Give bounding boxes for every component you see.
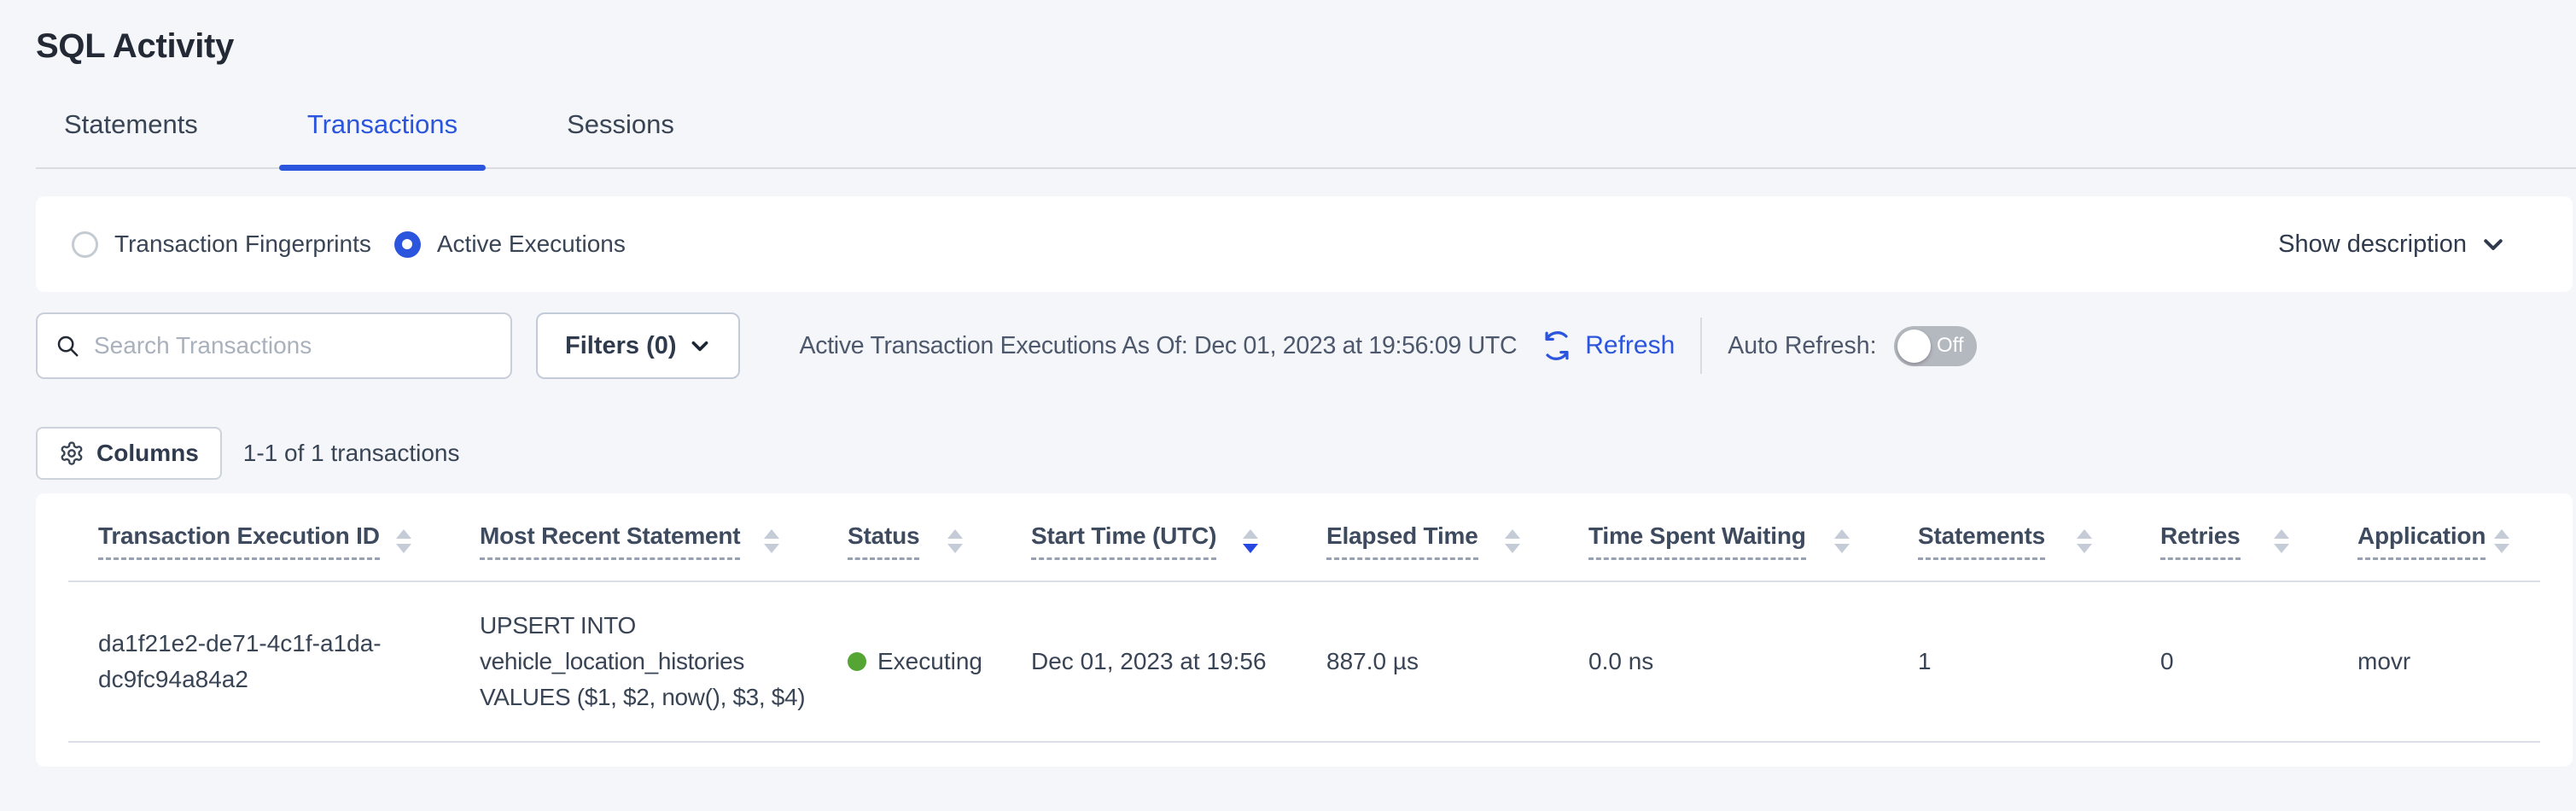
radio-active-executions[interactable]: Active Executions: [394, 230, 626, 258]
cell-transaction-execution-id: da1f21e2-de71-4c1f-a1da-dc9fc94a84a2: [68, 582, 450, 743]
table-row: da1f21e2-de71-4c1f-a1da-dc9fc94a84a2 UPS…: [68, 582, 2540, 743]
sort-icon: [1505, 529, 1520, 553]
toggle-knob-icon: [1897, 330, 1931, 363]
sort-icon: [947, 529, 963, 553]
sort-icon: [2274, 529, 2289, 553]
radio-label: Transaction Fingerprints: [114, 230, 371, 258]
column-header-transaction-execution-id[interactable]: Transaction Execution ID: [68, 493, 450, 582]
cell-status: Executing: [818, 582, 1001, 743]
sort-icon: [764, 529, 779, 553]
radio-selected-icon: [394, 231, 421, 258]
search-input[interactable]: [94, 332, 493, 359]
cell-most-recent-statement: UPSERT INTO vehicle_location_histories V…: [450, 582, 818, 743]
as-of-timestamp: Active Transaction Executions As Of: Dec…: [800, 332, 1518, 360]
toolbar: Filters (0) Active Transaction Execution…: [36, 312, 2576, 379]
result-count: 1-1 of 1 transactions: [243, 440, 460, 467]
tab-statements[interactable]: Statements: [36, 108, 226, 167]
sort-icon: [396, 529, 411, 553]
cell-time-spent-waiting: 0.0 ns: [1559, 582, 1888, 743]
show-description-label: Show description: [2278, 230, 2467, 259]
table-controls: Columns 1-1 of 1 transactions: [36, 427, 2576, 480]
column-header-elapsed-time[interactable]: Elapsed Time: [1297, 493, 1559, 582]
cell-retries: 0: [2130, 582, 2328, 743]
auto-refresh-toggle[interactable]: Off: [1894, 326, 1977, 366]
chevron-down-icon: [2480, 231, 2506, 257]
cell-statements: 1: [1888, 582, 2130, 743]
radio-unselected-icon: [72, 231, 98, 258]
sort-icon: [2494, 529, 2509, 553]
filters-label: Filters (0): [565, 332, 677, 360]
tab-transactions[interactable]: Transactions: [279, 108, 486, 167]
column-header-most-recent-statement[interactable]: Most Recent Statement: [450, 493, 818, 582]
tab-sessions[interactable]: Sessions: [539, 108, 702, 167]
tab-bar: Statements Transactions Sessions: [36, 108, 2576, 169]
columns-button[interactable]: Columns: [36, 427, 222, 480]
toolbar-divider: [1700, 318, 1702, 374]
radio-label: Active Executions: [437, 230, 626, 258]
sort-desc-icon: [1243, 529, 1258, 553]
filters-button[interactable]: Filters (0): [536, 312, 740, 379]
columns-label: Columns: [96, 440, 199, 467]
refresh-icon: [1539, 328, 1575, 364]
table-header-row: Transaction Execution ID Most Recent Sta…: [68, 493, 2540, 582]
sql-activity-page: SQL Activity Statements Transactions Ses…: [0, 26, 2576, 811]
column-header-start-time[interactable]: Start Time (UTC): [1001, 493, 1297, 582]
page-title: SQL Activity: [36, 26, 2576, 67]
auto-refresh-label: Auto Refresh:: [1728, 332, 1876, 360]
column-header-status[interactable]: Status: [818, 493, 1001, 582]
column-header-time-spent-waiting[interactable]: Time Spent Waiting: [1559, 493, 1888, 582]
sort-icon: [2077, 529, 2092, 553]
cell-elapsed-time: 887.0 µs: [1297, 582, 1559, 743]
refresh-button[interactable]: Refresh: [1539, 328, 1675, 364]
gear-icon: [59, 441, 85, 466]
column-header-retries[interactable]: Retries: [2130, 493, 2328, 582]
search-box: [36, 312, 512, 379]
cell-application: movr: [2328, 582, 2540, 743]
chevron-down-icon: [689, 335, 711, 357]
refresh-label: Refresh: [1585, 331, 1675, 360]
status-executing-icon: [848, 652, 866, 671]
transactions-table: Transaction Execution ID Most Recent Sta…: [36, 493, 2573, 767]
sort-icon: [1834, 529, 1850, 553]
status-label: Executing: [877, 644, 982, 680]
radio-transaction-fingerprints[interactable]: Transaction Fingerprints: [72, 230, 371, 258]
view-mode-radio-group: Transaction Fingerprints Active Executio…: [72, 230, 626, 258]
toggle-state-label: Off: [1937, 334, 1964, 358]
search-icon: [55, 333, 80, 359]
show-description-toggle[interactable]: Show description: [2278, 230, 2506, 259]
column-header-application[interactable]: Application: [2328, 493, 2540, 582]
column-header-statements[interactable]: Statements: [1888, 493, 2130, 582]
view-mode-card: Transaction Fingerprints Active Executio…: [36, 196, 2573, 292]
cell-start-time: Dec 01, 2023 at 19:56: [1001, 582, 1297, 743]
